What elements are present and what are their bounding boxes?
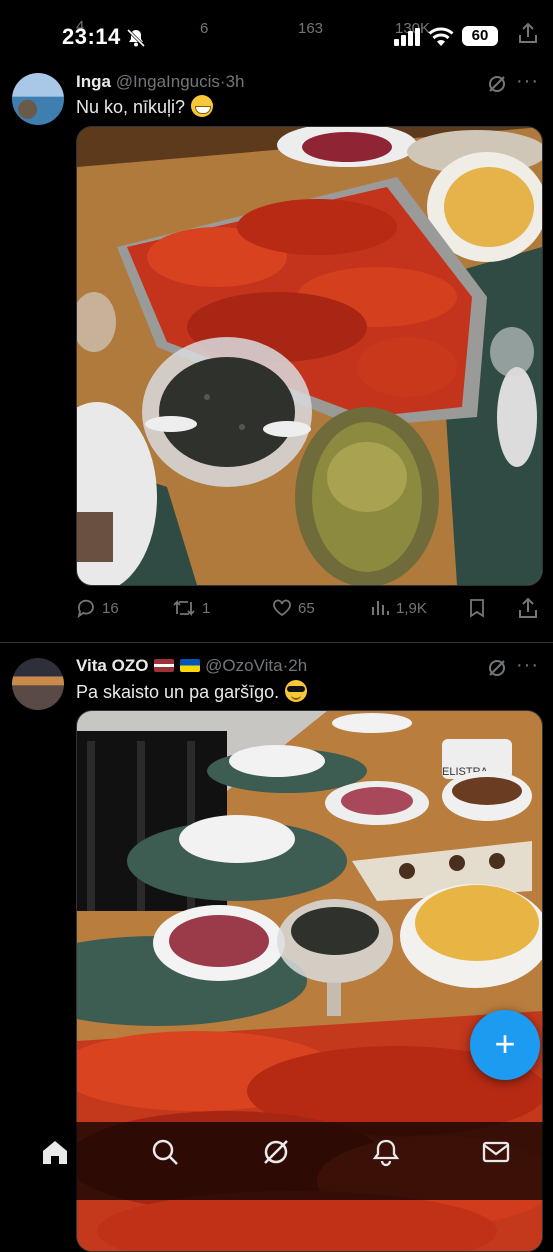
prev-repost-count[interactable]: 6	[200, 20, 208, 37]
post-vita-ozo[interactable]: Vita OZO @OzoVita·2h ··· Pa skaisto un p…	[0, 642, 553, 1252]
post-text-content: Pa skaisto un pa garšīgo.	[76, 682, 280, 702]
more-options-icon[interactable]: ···	[516, 654, 539, 677]
display-name[interactable]: Inga	[76, 72, 111, 91]
bottom-tab-bar	[0, 1122, 553, 1200]
messages-icon[interactable]	[476, 1132, 516, 1172]
prev-like-count[interactable]: 163	[298, 20, 323, 37]
post-actions: 16 1 65 1,9K	[0, 597, 553, 628]
reply-count: 16	[102, 599, 119, 617]
wifi-icon	[428, 27, 454, 46]
notifications-icon[interactable]	[366, 1132, 406, 1172]
views-icon	[372, 601, 389, 615]
display-name[interactable]: Vita OZO	[76, 656, 148, 675]
ukraine-flag	[180, 659, 201, 672]
compose-plus-label: +	[494, 1023, 516, 1064]
grok-icon[interactable]	[487, 658, 507, 678]
reply-button[interactable]: 16	[76, 598, 119, 618]
view-count: 1,9K	[396, 599, 427, 617]
post-text: Pa skaisto un pa garšīgo.	[76, 680, 308, 703]
timestamp[interactable]: 3h	[226, 72, 245, 91]
post-image[interactable]	[76, 126, 543, 586]
battery-indicator: 60	[462, 26, 498, 46]
like-button[interactable]: 65	[272, 598, 315, 618]
reply-icon	[77, 599, 94, 618]
clock: 23:14	[62, 24, 121, 49]
grinning-face-emoji	[191, 95, 214, 117]
status-bar: 4 6 163 130K 23:14 60	[0, 0, 553, 60]
views-button[interactable]: 1,9K	[370, 598, 427, 618]
avatar[interactable]	[12, 73, 64, 125]
compose-button[interactable]: +	[470, 1010, 540, 1080]
post-header: Vita OZO @OzoVita·2h	[76, 656, 307, 676]
grok-icon[interactable]	[256, 1132, 296, 1172]
avatar[interactable]	[12, 658, 64, 710]
like-count: 65	[298, 599, 315, 617]
silent-bell-icon	[126, 28, 146, 48]
heart-icon	[273, 599, 291, 617]
repost-count: 1	[202, 599, 211, 617]
handle[interactable]: @OzoVita	[205, 656, 282, 675]
post-header: Inga @IngaIngucis·3h	[76, 72, 245, 92]
repost-button[interactable]: 1	[172, 598, 210, 618]
repost-icon	[173, 599, 195, 617]
home-icon[interactable]	[35, 1132, 75, 1172]
share-icon[interactable]	[518, 22, 538, 44]
post-text-content: Nu ko, nīkuļi?	[76, 97, 186, 117]
timestamp[interactable]: 2h	[288, 656, 307, 675]
bookmark-icon[interactable]	[468, 598, 486, 618]
grok-icon[interactable]	[487, 74, 507, 94]
handle[interactable]: @IngaIngucis	[116, 72, 220, 91]
crayfish-table-photo	[77, 127, 542, 585]
latvia-flag	[154, 659, 175, 672]
more-options-icon[interactable]: ···	[516, 70, 539, 93]
post-text: Nu ko, nīkuļi?	[76, 95, 214, 118]
search-icon[interactable]	[145, 1132, 185, 1172]
share-icon[interactable]	[518, 597, 538, 619]
sunglasses-face-emoji	[285, 680, 308, 702]
cellular-signal-icon	[394, 28, 420, 46]
